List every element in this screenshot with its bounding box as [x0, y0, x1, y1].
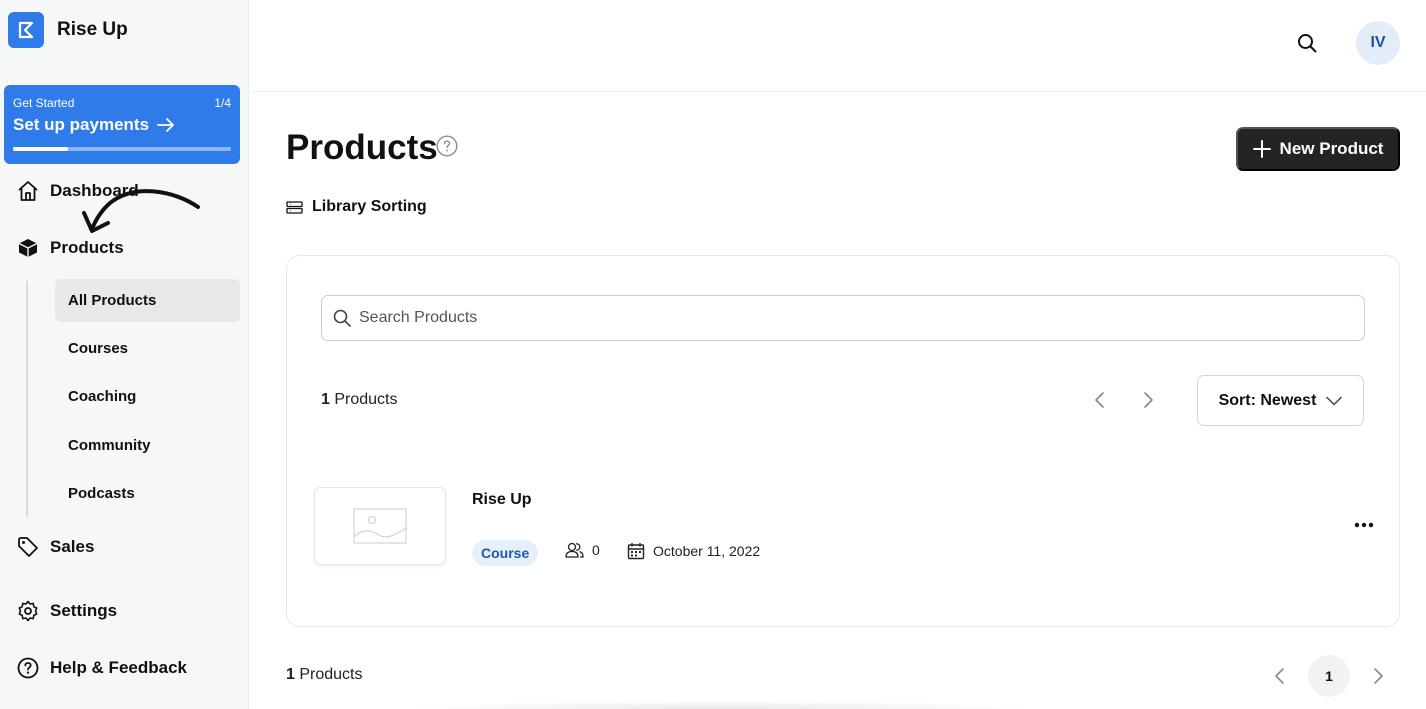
product-type-badge: Course — [472, 540, 539, 566]
chevron-right-icon[interactable] — [1141, 391, 1155, 409]
help-icon — [16, 656, 40, 680]
get-started-progress-text: 1/4 — [214, 96, 231, 110]
sidebar-item-label: Sales — [50, 537, 95, 556]
chevron-left-icon[interactable] — [1273, 667, 1287, 685]
product-members: 0 — [565, 542, 600, 558]
subnav-divider — [26, 281, 28, 517]
library-sorting-link[interactable]: Library Sorting — [286, 198, 427, 216]
sidebar-item-settings[interactable]: Settings — [16, 599, 117, 623]
product-thumbnail[interactable] — [314, 487, 446, 565]
brand-name: Rise Up — [57, 19, 128, 40]
plus-icon — [1252, 140, 1271, 158]
search-icon[interactable] — [1296, 32, 1318, 54]
product-name[interactable]: Rise Up — [472, 491, 532, 509]
members-count: 0 — [592, 542, 600, 558]
get-started-title: Set up payments — [13, 115, 150, 134]
get-started-progress-bar — [13, 147, 231, 151]
footer-count-number: 1 — [286, 666, 295, 683]
set-up-payments-link[interactable]: Set up payments — [13, 115, 175, 135]
products-card: 1 Products Sort: Newest Rise Up Course 0 — [286, 255, 1400, 627]
sidebar-subitem-coaching[interactable]: Coaching — [55, 375, 240, 418]
footer-products-count: 1 Products — [286, 666, 363, 684]
sidebar-item-label: Help & Feedback — [50, 658, 187, 677]
pagination-page-current[interactable]: 1 — [1308, 655, 1350, 697]
sidebar-subitem-podcasts[interactable]: Podcasts — [55, 472, 240, 515]
sidebar-subitem-all-products[interactable]: All Products — [55, 279, 240, 322]
tag-icon — [16, 535, 40, 559]
search-icon — [333, 309, 351, 327]
chevron-down-icon — [1326, 396, 1343, 405]
box-icon — [16, 236, 40, 260]
products-count-label: Products — [334, 391, 398, 408]
kajabi-logo-icon — [8, 12, 44, 48]
search-input[interactable] — [359, 309, 1364, 327]
chevron-right-icon[interactable] — [1371, 667, 1385, 685]
search-products-field[interactable] — [321, 295, 1365, 341]
image-placeholder-icon — [353, 508, 407, 544]
gear-icon — [16, 599, 40, 623]
products-count-number: 1 — [321, 391, 330, 408]
bottom-shadow — [400, 700, 1040, 709]
sidebar-item-help[interactable]: Help & Feedback — [16, 656, 187, 680]
top-bar: IV — [250, 0, 1426, 92]
sidebar-item-products[interactable]: Products — [16, 236, 124, 260]
users-icon — [565, 542, 584, 558]
products-count: 1 Products — [321, 391, 398, 409]
page-title: Products — [286, 128, 438, 167]
arrow-right-icon — [157, 118, 174, 132]
avatar[interactable]: IV — [1356, 21, 1400, 65]
sidebar-subitem-courses[interactable]: Courses — [55, 327, 240, 370]
sort-dropdown[interactable]: Sort: Newest — [1197, 375, 1364, 426]
product-date: October 11, 2022 — [627, 542, 760, 560]
new-product-button[interactable]: New Product — [1236, 127, 1400, 171]
help-circle-icon[interactable] — [436, 135, 458, 157]
brand[interactable]: Rise Up — [8, 12, 128, 48]
get-started-label: Get Started — [13, 96, 75, 110]
new-product-label: New Product — [1279, 139, 1384, 158]
sidebar-subitem-community[interactable]: Community — [55, 424, 240, 467]
sort-label: Sort: Newest — [1218, 391, 1317, 409]
annotation-arrow-icon — [82, 189, 200, 233]
sidebar-item-label: Settings — [50, 601, 118, 620]
calendar-icon — [627, 543, 645, 560]
library-sorting-label: Library Sorting — [312, 198, 427, 215]
sidebar-item-label: Products — [50, 238, 124, 257]
sidebar-item-sales[interactable]: Sales — [16, 535, 94, 559]
home-icon — [16, 179, 40, 203]
sidebar: Rise Up Get Started 1/4 Set up payments … — [0, 0, 249, 709]
list-sort-icon — [286, 200, 303, 214]
more-options-icon[interactable] — [1353, 518, 1375, 532]
get-started-card[interactable]: Get Started 1/4 Set up payments — [4, 85, 240, 164]
product-date-text: October 11, 2022 — [653, 543, 761, 559]
footer-count-label: Products — [299, 666, 363, 683]
get-started-progress-fill — [13, 147, 68, 151]
chevron-left-icon[interactable] — [1093, 391, 1107, 409]
